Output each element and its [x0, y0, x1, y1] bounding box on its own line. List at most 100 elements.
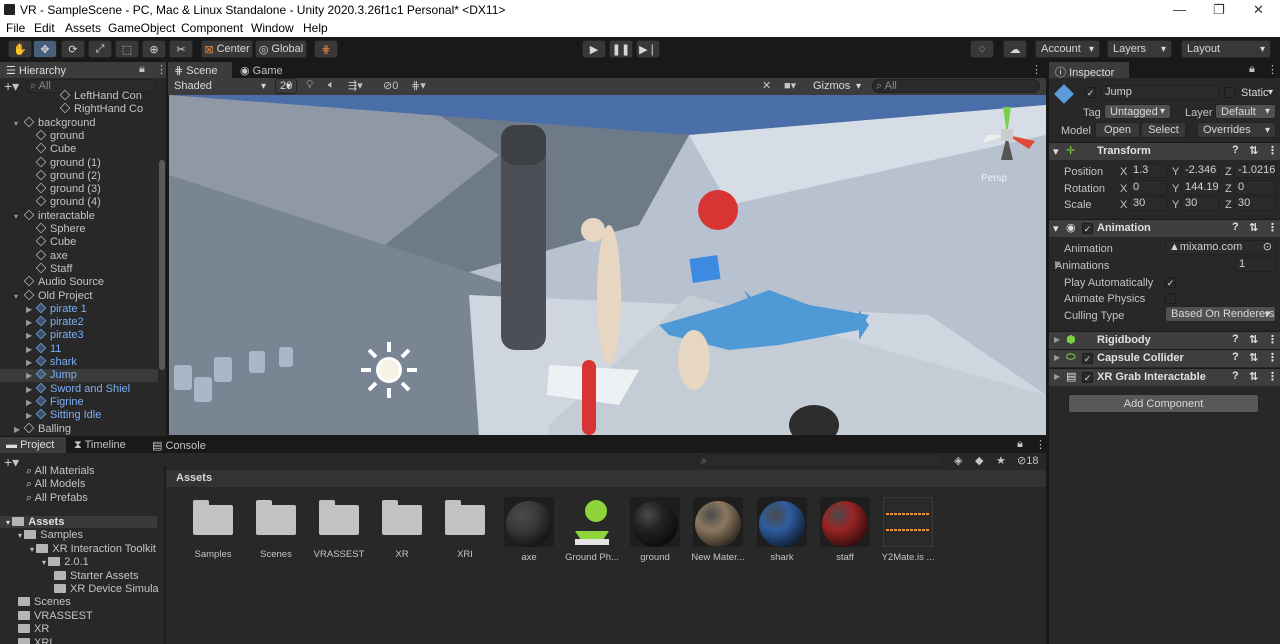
animations-label[interactable]: Animations [1055, 260, 1109, 272]
rotate-tool-icon[interactable]: ⟳ [61, 40, 85, 58]
hierarchy-item[interactable]: ▶ pirate2 [0, 315, 158, 329]
transform-tool-icon[interactable]: ⊕ [142, 40, 166, 58]
expand-arrow-icon[interactable]: ▾ [14, 119, 24, 128]
collider-enabled-checkbox[interactable]: ✓ [1082, 353, 1093, 364]
global-space-button[interactable]: ◎ Global [255, 40, 307, 58]
filter-by-label-icon[interactable]: ◆ [975, 454, 983, 467]
asset-item[interactable]: XRI [435, 497, 495, 560]
asset-item[interactable]: Ground Ph... [562, 497, 622, 563]
static-checkbox[interactable] [1224, 87, 1235, 98]
maximize-button[interactable]: ❐ [1213, 2, 1225, 18]
close-button[interactable]: ✕ [1253, 2, 1264, 18]
foldout-arrow-icon[interactable]: ▶ [26, 318, 36, 327]
help-icon[interactable]: ? [1232, 351, 1239, 363]
position-x-axis-label[interactable]: X [1120, 166, 1127, 178]
project-tree-item[interactable]: Scenes [18, 596, 71, 608]
asset-item[interactable]: Scenes [246, 497, 306, 560]
tab-project[interactable]: ▬ Project [0, 437, 66, 453]
rotation-y-field[interactable]: 144.19 [1181, 180, 1219, 195]
grid-icon[interactable]: ⋕▾ [411, 79, 426, 92]
asset-item[interactable]: staff [815, 497, 875, 563]
scene-more-icon[interactable]: ⋮ [1031, 63, 1042, 76]
orientation-gizmo[interactable] [977, 105, 1037, 165]
hierarchy-item[interactable]: ▶ Figrine [0, 395, 158, 409]
add-component-button[interactable]: Add Component [1068, 394, 1259, 413]
shading-dropdown[interactable]: Shaded [169, 78, 271, 94]
scale-y-field[interactable]: 30 [1181, 196, 1219, 211]
position-z-field[interactable]: -1.0216 [1234, 163, 1276, 178]
hierarchy-item[interactable]: ground (3) [0, 182, 158, 196]
tools-icon[interactable]: ✕ [762, 79, 771, 92]
asset-item[interactable]: VRASSEST [309, 497, 369, 560]
animation-header[interactable]: ▾ ◉ ✓ Animation ? ⇅ ⋮ [1049, 219, 1280, 237]
effects-icon[interactable]: ⇶▾ [348, 79, 363, 92]
hierarchy-item[interactable]: Cube [0, 142, 158, 156]
collab-icon[interactable]: ◌ [970, 40, 994, 58]
animation-clip-field[interactable]: ▲mixamo.com ⊙ [1165, 240, 1276, 255]
project-tree-item[interactable]: XR Device Simula [54, 583, 159, 595]
asset-item[interactable]: shark [752, 497, 812, 563]
play-automatically-checkbox[interactable]: ✓ [1165, 277, 1176, 288]
layer-dropdown[interactable]: Default [1215, 104, 1276, 119]
project-tree-item[interactable]: ▾ Samples [18, 529, 83, 541]
project-tree-item[interactable]: XRI [18, 637, 52, 644]
account-dropdown[interactable]: Account [1035, 40, 1100, 58]
help-icon[interactable]: ? [1232, 333, 1239, 345]
hierarchy-item[interactable]: ground [0, 129, 158, 143]
transform-header[interactable]: ▾ ✛ Transform ? ⇅ ⋮ [1049, 142, 1280, 160]
component-menu-icon[interactable]: ⋮ [1267, 221, 1278, 234]
expand-arrow-icon[interactable]: ▾ [14, 212, 24, 221]
more-menu-icon[interactable]: ⋮ [156, 63, 167, 76]
expand-arrow-icon[interactable]: ▾ [14, 292, 24, 301]
hierarchy-item[interactable]: Sphere [0, 222, 158, 236]
position-y-field[interactable]: -2.346 [1181, 163, 1219, 178]
tab-scene[interactable]: ⋕ Scene [168, 62, 232, 78]
pause-button[interactable]: ❚❚ [609, 40, 633, 58]
rotation-y-axis-label[interactable]: Y [1172, 183, 1179, 195]
hierarchy-item[interactable]: Audio Source [0, 275, 158, 289]
foldout-arrow-icon[interactable]: ▶ [26, 331, 36, 340]
hidden-objects-icon[interactable]: ⊘0 [383, 79, 398, 92]
2d-toggle[interactable]: 20 [275, 78, 297, 94]
asset-item[interactable]: ground [625, 497, 685, 563]
component-menu-icon[interactable]: ⋮ [1267, 333, 1278, 346]
breadcrumb-assets[interactable]: Assets [176, 472, 212, 484]
help-icon[interactable]: ? [1232, 144, 1239, 156]
project-tree-item[interactable]: ▾ Assets [0, 516, 157, 528]
asset-item[interactable]: New Mater... [688, 497, 748, 563]
lock-icon[interactable]: 🔒︎ [139, 63, 145, 76]
menu-edit[interactable]: Edit [34, 21, 55, 35]
hierarchy-item[interactable]: ▶ pirate 1 [0, 302, 158, 316]
favorite-icon[interactable]: ★ [996, 454, 1006, 467]
pivot-center-button[interactable]: ⊠ Center [201, 40, 253, 58]
hierarchy-item[interactable]: ▶ pirate3 [0, 329, 158, 342]
tab-game[interactable]: ◉ Game [234, 62, 294, 78]
hierarchy-scrollbar[interactable] [159, 160, 165, 370]
animate-physics-checkbox[interactable] [1165, 293, 1176, 304]
inspector-more-icon[interactable]: ⋮ [1267, 63, 1278, 76]
hierarchy-item[interactable]: ▶ Jump [0, 368, 158, 383]
layers-dropdown[interactable]: Layers [1107, 40, 1172, 58]
hand-tool-icon[interactable]: ✋ [8, 40, 32, 58]
asset-item[interactable]: axe [499, 497, 559, 563]
position-x-field[interactable]: 1.3 [1129, 163, 1167, 178]
preset-icon[interactable]: ⇅ [1249, 221, 1258, 234]
project-tree-item[interactable]: ▾ XR Interaction Toolkit [30, 543, 156, 555]
menu-window[interactable]: Window [251, 21, 294, 35]
hierarchy-item[interactable]: LeftHand Con [0, 89, 158, 103]
lighting-icon[interactable]: 💡︎ [306, 79, 314, 92]
menu-assets[interactable]: Assets [65, 21, 101, 35]
hierarchy-item[interactable]: ▾ interactable [0, 209, 158, 223]
rect-tool-icon[interactable]: ⬚ [115, 40, 139, 58]
open-model-button[interactable]: Open [1095, 122, 1140, 138]
xr-grab-enabled-checkbox[interactable]: ✓ [1082, 372, 1093, 383]
help-icon[interactable]: ? [1232, 221, 1239, 233]
rotation-x-field[interactable]: 0 [1129, 180, 1167, 195]
hierarchy-item[interactable]: RightHand Co [0, 102, 158, 116]
project-tree-item[interactable]: VRASSEST [18, 610, 93, 622]
rotation-x-axis-label[interactable]: X [1120, 183, 1127, 195]
project-tree-item[interactable]: ▾ 2.0.1 [42, 556, 89, 568]
scale-z-axis-label[interactable]: Z [1225, 199, 1232, 211]
hierarchy-item[interactable]: Staff [0, 262, 158, 276]
project-search-input[interactable]: ⌕ [697, 454, 945, 468]
